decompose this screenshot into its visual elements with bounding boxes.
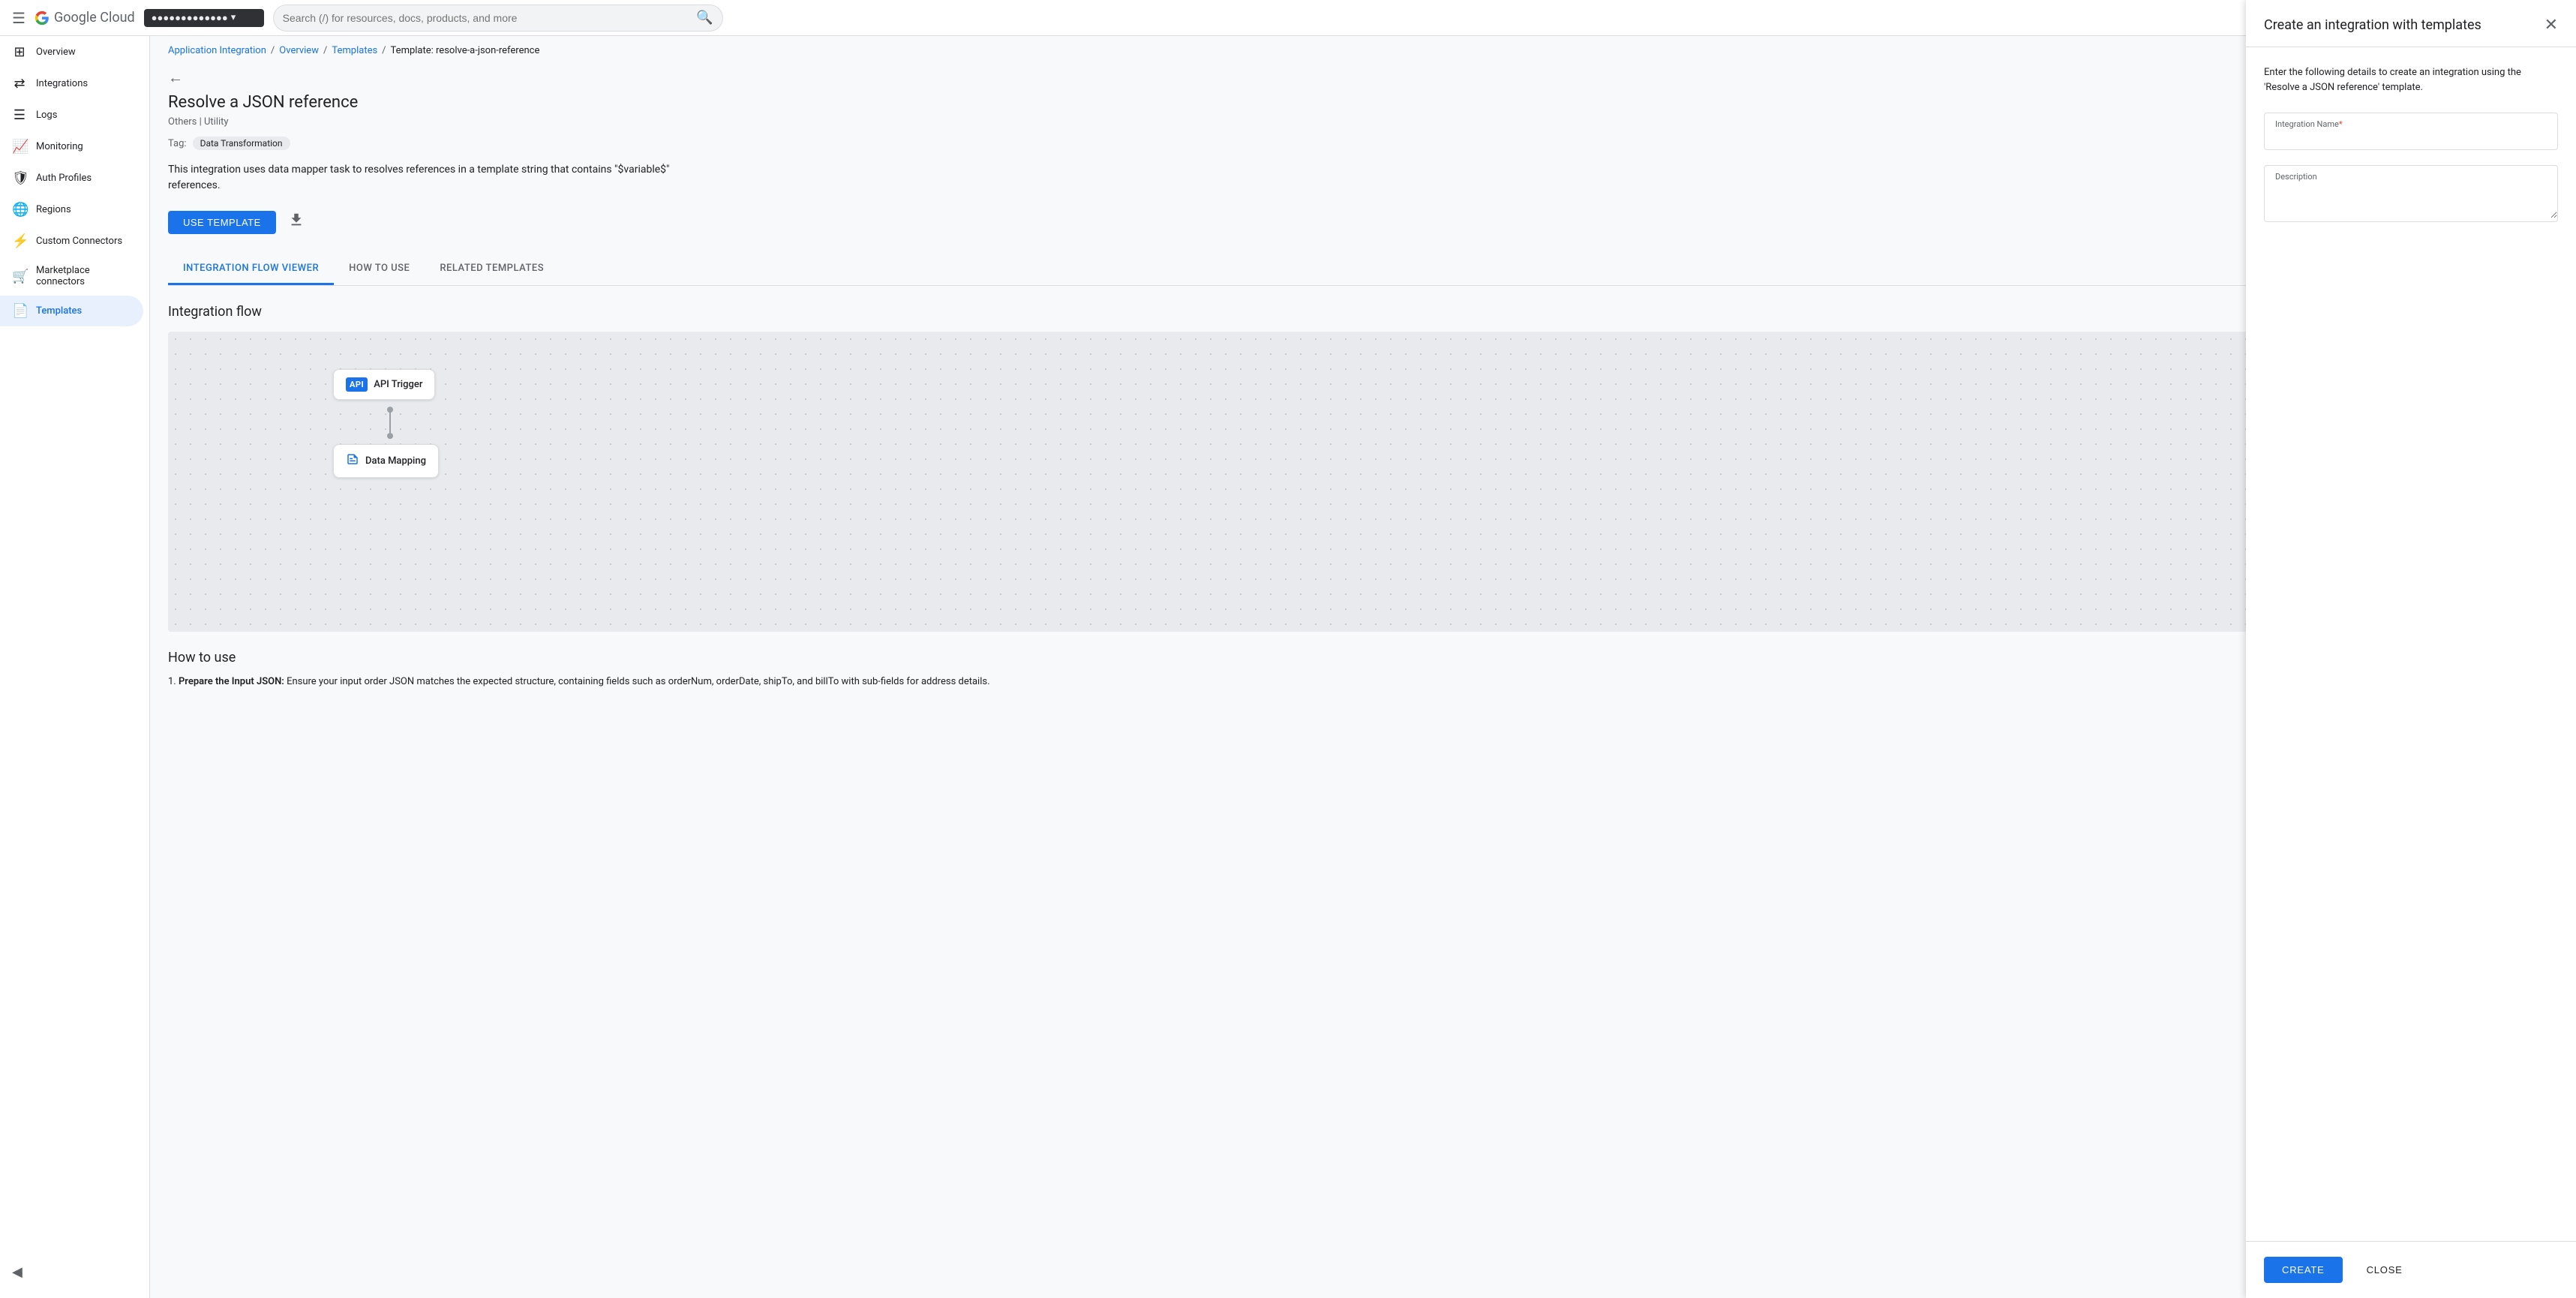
data-mapping-node: Data Mapping — [333, 444, 439, 478]
right-panel: Create an integration with templates ✕ E… — [2246, 0, 2576, 1298]
back-icon: ← — [168, 68, 183, 87]
sidebar-item-label: Integrations — [36, 78, 88, 89]
sidebar-item-templates[interactable]: 📄 Templates — [0, 296, 143, 326]
integration-name-label: Integration Name* — [2275, 119, 2343, 129]
data-mapping-icon — [346, 452, 359, 470]
flow-dot-top — [387, 407, 393, 413]
api-trigger-label: API Trigger — [374, 379, 422, 390]
template-page: Resolve a JSON reference Others | Utilit… — [150, 93, 2576, 713]
flow-line-1 — [389, 410, 391, 433]
integration-name-field: Integration Name* — [2264, 113, 2558, 150]
templates-icon: 📄 — [12, 303, 27, 319]
data-mapping-label: Data Mapping — [365, 455, 426, 467]
flow-area: API API Trigger Data Mapping — [168, 332, 2558, 632]
breadcrumb-sep-2: / — [323, 45, 327, 56]
sidebar-item-regions[interactable]: 🌐 Regions — [0, 194, 143, 225]
breadcrumb-current: Template: resolve-a-json-reference — [391, 45, 540, 56]
right-panel-header: Create an integration with templates ✕ — [2246, 0, 2576, 47]
regions-icon: 🌐 — [12, 202, 27, 218]
use-template-button[interactable]: USE TEMPLATE — [168, 211, 276, 234]
close-action-button[interactable]: CLOSE — [2352, 1257, 2418, 1283]
sidebar: ⊞ Overview ⇄ Integrations ☰ Logs 📈 Monit… — [0, 36, 150, 1298]
breadcrumb-app-integration[interactable]: Application Integration — [168, 45, 266, 56]
sidebar-item-logs[interactable]: ☰ Logs — [0, 100, 143, 131]
tab-how-to-use[interactable]: HOW TO USE — [334, 254, 425, 285]
logs-icon: ☰ — [12, 107, 27, 123]
sidebar-item-overview[interactable]: ⊞ Overview — [0, 37, 143, 68]
custom-connectors-icon: ⚡ — [12, 233, 27, 249]
project-name: ●●●●●●●●●●●●● — [152, 12, 228, 24]
panel-actions: CREATE CLOSE — [2246, 1241, 2576, 1298]
download-icon — [288, 212, 305, 228]
sidebar-item-integrations[interactable]: ⇄ Integrations — [0, 68, 143, 99]
sidebar-item-label: Overview — [36, 47, 76, 58]
api-icon: API — [346, 377, 368, 392]
howto-section: How to use 1. Prepare the Input JSON: En… — [168, 632, 2558, 690]
flow-section: Integration flow API API Trigger — [168, 286, 2558, 632]
sidebar-item-label: Regions — [36, 204, 71, 215]
flow-canvas[interactable]: API API Trigger Data Mapping — [168, 332, 2408, 632]
sidebar-item-auth-profiles[interactable]: 🛡 Auth Profiles — [0, 163, 143, 194]
step-number: 1. — [168, 676, 176, 687]
search-input[interactable] — [283, 12, 691, 24]
main-content: Application Integration / Overview / Tem… — [150, 36, 2576, 1298]
howto-title: How to use — [168, 650, 2558, 666]
search-icon: 🔍 — [696, 10, 713, 26]
back-button[interactable]: ← — [150, 65, 2576, 93]
overview-icon: ⊞ — [12, 44, 27, 60]
breadcrumb-templates[interactable]: Templates — [332, 45, 377, 56]
sidebar-item-label: Marketplace connectors — [36, 265, 131, 287]
topbar: ☰ Google Cloud ●●●●●●●●●●●●● ▾ 🔍 — [0, 0, 2576, 36]
download-button[interactable] — [285, 209, 308, 236]
create-button[interactable]: CREATE — [2264, 1257, 2343, 1283]
tag-label: Tag: — [168, 138, 187, 149]
action-buttons: USE TEMPLATE — [168, 209, 2558, 236]
breadcrumb-sep-1: / — [271, 45, 275, 56]
google-logo-icon — [35, 11, 50, 26]
sidebar-item-label: Monitoring — [36, 141, 83, 152]
sidebar-item-label: Logs — [36, 110, 57, 121]
breadcrumb-sep-3: / — [382, 45, 386, 56]
search-bar[interactable]: 🔍 — [273, 5, 723, 32]
description-label: Description — [2275, 172, 2317, 182]
tab-integration-flow-viewer[interactable]: INTEGRATION FLOW VIEWER — [168, 254, 334, 285]
close-panel-button[interactable]: ✕ — [2544, 15, 2558, 35]
chevron-down-icon: ▾ — [231, 12, 236, 23]
google-cloud-logo: Google Cloud — [35, 10, 135, 26]
tag-row: Tag: Data Transformation — [168, 137, 2558, 150]
marketplace-icon: 🛒 — [12, 269, 27, 284]
template-title: Resolve a JSON reference — [168, 93, 2558, 112]
description-field: Description — [2264, 165, 2558, 222]
tabs: INTEGRATION FLOW VIEWER HOW TO USE RELAT… — [168, 254, 2558, 286]
required-star: * — [2339, 119, 2343, 129]
tag-badge: Data Transformation — [193, 137, 290, 150]
project-selector[interactable]: ●●●●●●●●●●●●● ▾ — [144, 9, 264, 27]
monitoring-icon: 📈 — [12, 139, 27, 155]
sidebar-item-label: Custom Connectors — [36, 236, 122, 247]
howto-step-1: 1. Prepare the Input JSON: Ensure your i… — [168, 675, 2558, 690]
breadcrumb: Application Integration / Overview / Tem… — [150, 36, 2576, 65]
integrations-icon: ⇄ — [12, 76, 27, 92]
sidebar-item-monitoring[interactable]: 📈 Monitoring — [0, 131, 143, 162]
sidebar-item-label: Auth Profiles — [36, 173, 92, 184]
tab-related-templates[interactable]: RELATED TEMPLATES — [425, 254, 559, 285]
step-text: Ensure your input order JSON matches the… — [287, 676, 989, 687]
sidebar-item-custom-connectors[interactable]: ⚡ Custom Connectors — [0, 226, 143, 257]
flow-dot-bottom — [387, 433, 393, 439]
right-panel-title: Create an integration with templates — [2264, 17, 2481, 33]
menu-icon[interactable]: ☰ — [12, 9, 26, 27]
step-bold: Prepare the Input JSON: — [179, 676, 284, 687]
google-cloud-text: Google Cloud — [54, 10, 135, 26]
auth-icon: 🛡 — [12, 170, 27, 186]
sidebar-item-marketplace-connectors[interactable]: 🛒 Marketplace connectors — [0, 257, 143, 295]
template-subtitle: Others | Utility — [168, 116, 2558, 128]
sidebar-item-label: Templates — [36, 305, 82, 317]
right-panel-body: Enter the following details to create an… — [2246, 47, 2576, 1241]
sidebar-collapse-button[interactable]: ◀ — [6, 1258, 29, 1286]
breadcrumb-overview[interactable]: Overview — [279, 45, 319, 56]
flow-title: Integration flow — [168, 304, 2558, 320]
template-description: This integration uses data mapper task t… — [168, 162, 693, 194]
api-trigger-node: API API Trigger — [333, 369, 435, 400]
panel-description: Enter the following details to create an… — [2264, 65, 2558, 95]
